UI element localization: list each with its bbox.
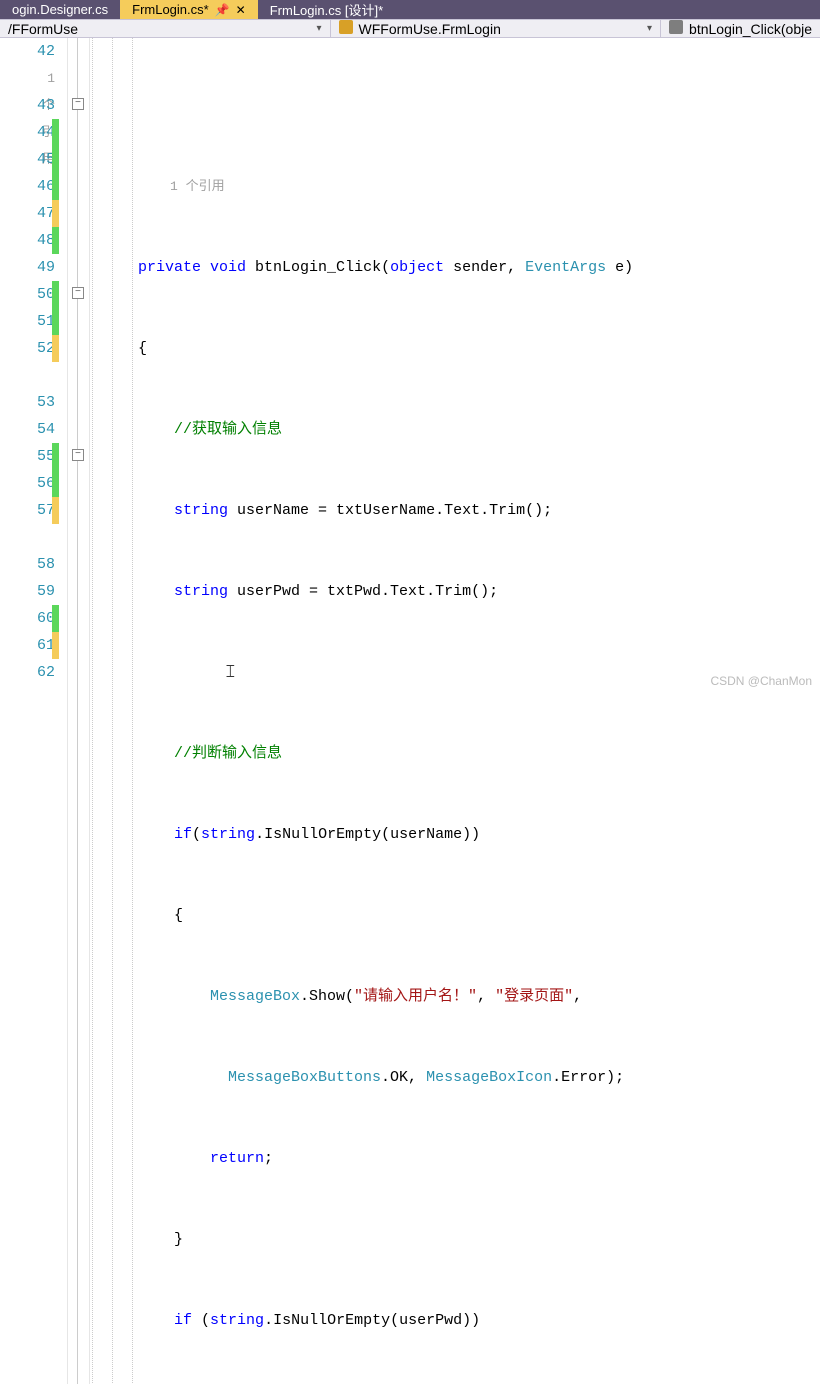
tab-frmlogin-design[interactable]: FrmLogin.cs [设计]* bbox=[258, 0, 395, 19]
fold-toggle[interactable]: − bbox=[72, 287, 84, 299]
codelens-refs[interactable]: 1 个引用 bbox=[138, 173, 820, 200]
tab-label: FrmLogin.cs [设计]* bbox=[270, 0, 383, 19]
watermark: CSDN @ChanMon bbox=[710, 674, 812, 688]
line-number: 51 bbox=[0, 308, 55, 335]
line-number: 46 bbox=[0, 173, 55, 200]
line-number: 52 bbox=[0, 335, 55, 362]
line-number: 58 bbox=[0, 551, 55, 578]
line-number: 60 bbox=[0, 605, 55, 632]
line-number: 49 bbox=[0, 254, 55, 281]
line-number: 47 bbox=[0, 200, 55, 227]
indent-guides bbox=[90, 38, 138, 1384]
change-marks bbox=[52, 38, 60, 1384]
code-editor[interactable]: 42 1 个引用 43 44 45 46 47 48 49 50 51 52 5… bbox=[0, 38, 820, 1384]
chevron-down-icon: ▾ bbox=[647, 23, 652, 34]
tab-designer[interactable]: ogin.Designer.cs bbox=[0, 0, 120, 19]
line-number: 43 bbox=[0, 92, 55, 119]
code-line[interactable]: return; bbox=[138, 1145, 820, 1172]
nav-class-dropdown[interactable]: WFFormUse.FrmLogin ▾ bbox=[331, 20, 662, 37]
fold-toggle[interactable]: − bbox=[72, 449, 84, 461]
nav-scope-label: /FFormUse bbox=[8, 21, 78, 37]
fold-toggle[interactable]: − bbox=[72, 98, 84, 110]
line-number: 48 bbox=[0, 227, 55, 254]
close-icon[interactable]: ✕ bbox=[236, 3, 246, 17]
line-number: 53 bbox=[0, 389, 55, 416]
event-icon bbox=[669, 20, 683, 34]
code-line[interactable]: //获取输入信息 bbox=[138, 416, 820, 443]
code-line[interactable]: if(string.IsNullOrEmpty(userName)) bbox=[138, 821, 820, 848]
code-line[interactable]: private void btnLogin_Click(object sende… bbox=[138, 254, 820, 281]
tab-label: FrmLogin.cs* bbox=[132, 2, 209, 17]
codelens-refs[interactable]: 1 个引用 bbox=[0, 65, 55, 92]
line-number: 44 bbox=[0, 119, 55, 146]
class-icon bbox=[339, 20, 353, 34]
code-line[interactable]: } bbox=[138, 1226, 820, 1253]
nav-class-label: WFFormUse.FrmLogin bbox=[359, 21, 501, 37]
document-tabs: ogin.Designer.cs FrmLogin.cs* 📌 ✕ FrmLog… bbox=[0, 0, 820, 19]
code-line[interactable]: string userPwd = txtPwd.Text.Trim(); bbox=[138, 578, 820, 605]
line-number: 50 bbox=[0, 281, 55, 308]
line-number bbox=[0, 362, 55, 389]
code-line[interactable]: //判断输入信息 bbox=[138, 740, 820, 767]
code-line[interactable]: string userName = txtUserName.Text.Trim(… bbox=[138, 497, 820, 524]
pin-icon[interactable]: 📌 bbox=[215, 3, 230, 17]
line-number: 42 bbox=[0, 38, 55, 65]
line-number: 56 bbox=[0, 470, 55, 497]
line-number: 57 bbox=[0, 497, 55, 524]
nav-method-label: btnLogin_Click(obje bbox=[689, 21, 812, 37]
code-line[interactable]: { bbox=[138, 902, 820, 929]
text-caret-icon: 𝙸 bbox=[224, 660, 236, 678]
line-number: 45 bbox=[0, 146, 55, 173]
code-line[interactable]: if (string.IsNullOrEmpty(userPwd)) bbox=[138, 1307, 820, 1334]
nav-method-dropdown[interactable]: btnLogin_Click(obje bbox=[661, 20, 820, 37]
code-area[interactable]: 1 个引用 private void btnLogin_Click(object… bbox=[138, 38, 820, 1384]
chevron-down-icon: ▾ bbox=[316, 23, 321, 34]
line-number: 62 bbox=[0, 659, 55, 686]
code-line[interactable]: MessageBoxButtons.OK, MessageBoxIcon.Err… bbox=[138, 1064, 820, 1091]
line-number: 54 bbox=[0, 416, 55, 443]
line-number-gutter: 42 1 个引用 43 44 45 46 47 48 49 50 51 52 5… bbox=[0, 38, 68, 1384]
line-number bbox=[0, 524, 55, 551]
tab-frmlogin-cs[interactable]: FrmLogin.cs* 📌 ✕ bbox=[120, 0, 258, 19]
code-line[interactable]: { bbox=[138, 335, 820, 362]
line-number: 55 bbox=[0, 443, 55, 470]
outline-column: − − − bbox=[68, 38, 90, 1384]
nav-scope-dropdown[interactable]: /FFormUse ▾ bbox=[0, 20, 331, 37]
code-line[interactable]: MessageBox.Show("请输入用户名！", "登录页面", bbox=[138, 983, 820, 1010]
line-number: 61 bbox=[0, 632, 55, 659]
tab-label: ogin.Designer.cs bbox=[12, 2, 108, 17]
line-number: 59 bbox=[0, 578, 55, 605]
nav-breadcrumb: /FFormUse ▾ WFFormUse.FrmLogin ▾ btnLogi… bbox=[0, 19, 820, 38]
